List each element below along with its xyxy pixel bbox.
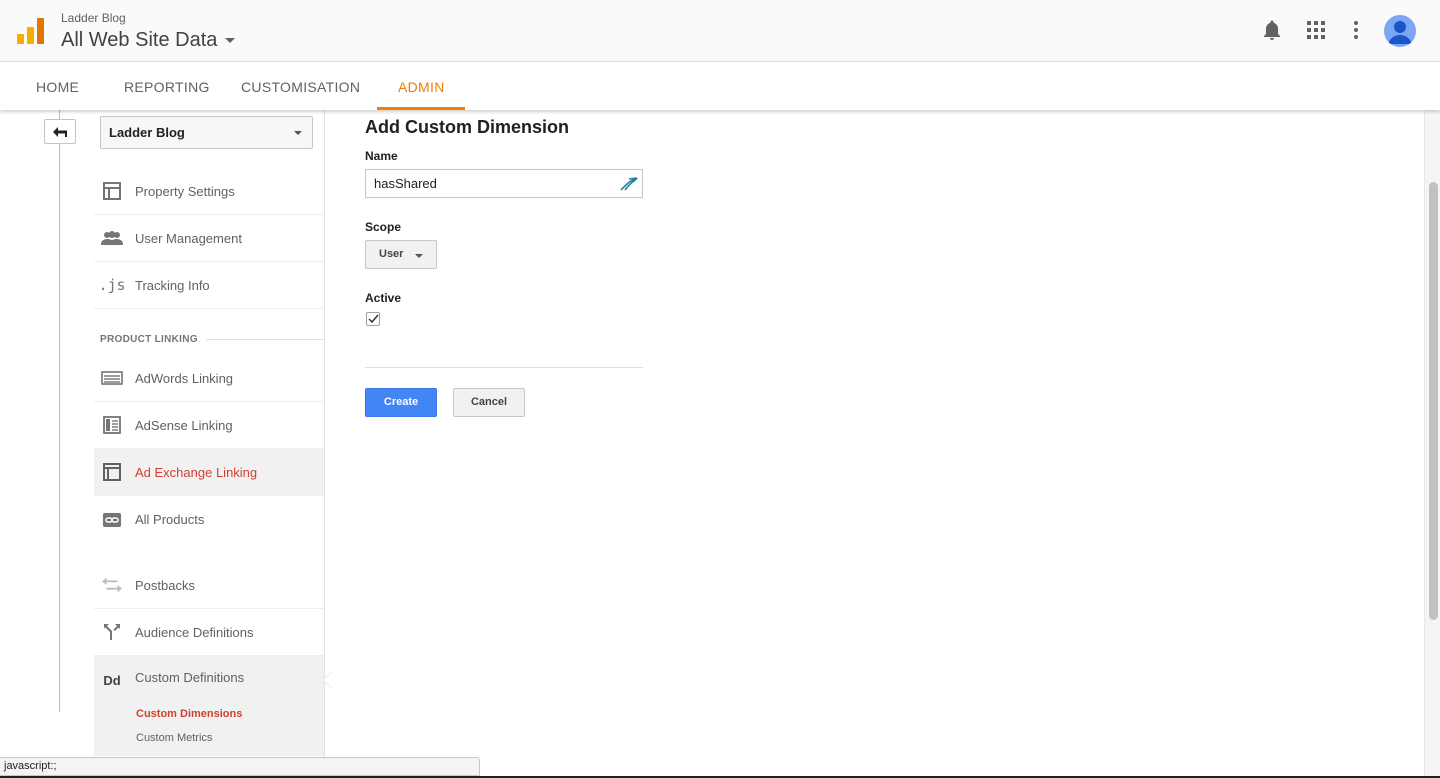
tab-reporting[interactable]: REPORTING bbox=[124, 62, 210, 110]
link-icon bbox=[101, 510, 123, 530]
sidebar-item-label: Tracking Info bbox=[135, 277, 210, 293]
main-nav: HOME REPORTING CUSTOMISATION ADMIN bbox=[0, 62, 1440, 110]
analytics-logo-icon[interactable] bbox=[17, 18, 45, 46]
users-icon bbox=[101, 228, 123, 248]
sidebar-item-audience-definitions[interactable]: Audience Definitions bbox=[94, 609, 324, 656]
dd-icon: Dd bbox=[103, 672, 121, 688]
account-name: Ladder Blog bbox=[61, 11, 126, 25]
name-input[interactable] bbox=[365, 169, 643, 198]
active-notch bbox=[324, 672, 332, 688]
cancel-button[interactable]: Cancel bbox=[453, 388, 525, 417]
top-header: Ladder Blog All Web Site Data bbox=[0, 0, 1440, 62]
active-label: Active bbox=[365, 291, 402, 305]
tree-line bbox=[59, 110, 60, 712]
postbacks-icon bbox=[101, 575, 123, 595]
sidebar-item-user-management[interactable]: User Management bbox=[94, 215, 324, 262]
sidebar-item-adwords-linking[interactable]: AdWords Linking bbox=[94, 355, 324, 402]
sidebar-item-property-settings[interactable]: Property Settings bbox=[94, 168, 324, 215]
view-name: All Web Site Data bbox=[61, 29, 218, 51]
scope-dropdown[interactable]: User bbox=[365, 240, 437, 269]
ad-exchange-icon bbox=[101, 462, 123, 482]
sidebar-item-tracking-info[interactable]: .js Tracking Info bbox=[94, 262, 324, 309]
sidebar-item-label: Audience Definitions bbox=[135, 624, 254, 640]
more-vert-icon[interactable] bbox=[1344, 18, 1368, 42]
active-tab-indicator bbox=[377, 107, 465, 110]
audience-icon bbox=[101, 622, 123, 642]
browser-status-bar: javascript:; bbox=[0, 757, 480, 776]
sidebar-item-label: Ad Exchange Linking bbox=[135, 464, 258, 480]
sidebar-item-adsense-linking[interactable]: AdSense Linking bbox=[94, 402, 324, 449]
create-button[interactable]: Create bbox=[365, 388, 437, 417]
active-checkbox[interactable] bbox=[366, 312, 380, 326]
sidebar-item-postbacks[interactable]: Postbacks bbox=[94, 562, 324, 609]
property-selector[interactable]: Ladder Blog bbox=[100, 116, 313, 149]
scope-label: Scope bbox=[365, 220, 402, 234]
chevron-down-icon bbox=[294, 131, 302, 135]
scrollbar-thumb[interactable] bbox=[1429, 182, 1438, 620]
chevron-down-icon bbox=[415, 254, 423, 258]
sidebar-item-label: User Management bbox=[135, 230, 242, 246]
sidebar-subitem-custom-metrics[interactable]: Custom Metrics bbox=[136, 732, 212, 744]
adsense-icon bbox=[101, 415, 123, 435]
js-icon: .js bbox=[98, 276, 126, 294]
property-settings-icon bbox=[101, 181, 123, 201]
sidebar-item-all-products[interactable]: All Products bbox=[94, 496, 324, 543]
section-label-product-linking: PRODUCT LINKING bbox=[100, 334, 198, 345]
notifications-bell-icon[interactable] bbox=[1260, 18, 1284, 42]
sidebar-item-ad-exchange-linking[interactable]: Ad Exchange Linking bbox=[94, 449, 324, 496]
view-selector[interactable]: All Web Site Data bbox=[61, 29, 236, 52]
chevron-down-icon bbox=[225, 38, 236, 43]
apps-grid-icon[interactable] bbox=[1304, 18, 1328, 42]
sidebar-item-label: Postbacks bbox=[135, 577, 195, 593]
sidebar-item-label: AdSense Linking bbox=[135, 417, 233, 433]
sidebar-item-label: Custom Definitions bbox=[135, 670, 245, 685]
tab-home[interactable]: HOME bbox=[36, 62, 79, 110]
sidebar-item-label: All Products bbox=[135, 512, 205, 527]
scope-value: User bbox=[379, 248, 404, 260]
sidebar-item-label: Property Settings bbox=[135, 183, 235, 199]
adwords-icon bbox=[101, 368, 123, 388]
checkmark-icon bbox=[367, 314, 379, 324]
page-title: Add Custom Dimension bbox=[365, 117, 570, 137]
back-arrow-icon bbox=[53, 126, 67, 137]
sidebar-item-label: AdWords Linking bbox=[135, 370, 234, 386]
password-manager-icon[interactable] bbox=[619, 174, 639, 192]
section-divider bbox=[206, 339, 323, 340]
property-selector-label: Ladder Blog bbox=[109, 125, 185, 140]
account-circle-icon bbox=[1388, 21, 1412, 44]
user-avatar[interactable] bbox=[1384, 15, 1416, 47]
tab-customisation[interactable]: CUSTOMISATION bbox=[241, 62, 360, 110]
sidebar-subitem-custom-dimensions[interactable]: Custom Dimensions bbox=[136, 708, 242, 720]
back-button[interactable] bbox=[44, 119, 76, 144]
name-label: Name bbox=[365, 149, 398, 163]
form-divider bbox=[365, 367, 643, 368]
tab-admin[interactable]: ADMIN bbox=[398, 62, 445, 110]
